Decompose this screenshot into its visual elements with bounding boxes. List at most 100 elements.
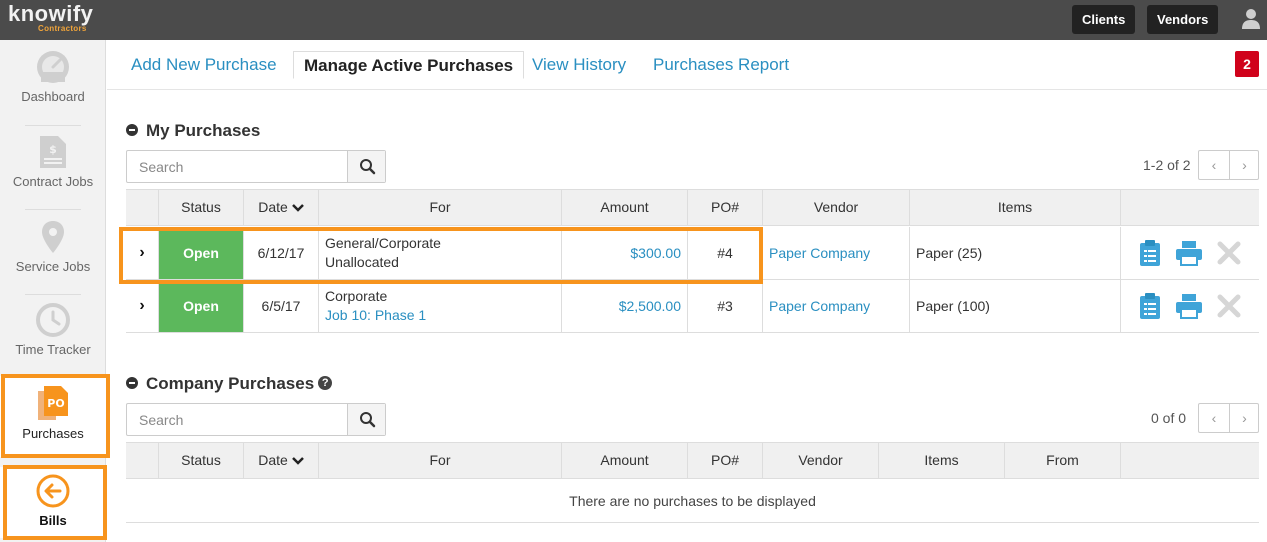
column-label: Date	[258, 452, 288, 468]
column-header-expand	[126, 190, 158, 225]
search-icon	[360, 412, 376, 428]
pager-prev-button[interactable]: ‹	[1199, 404, 1229, 432]
my-purchases-table-header: Status Date For Amount PO# Vendor Items	[126, 189, 1259, 226]
sidebar-item-label: Service Jobs	[15, 259, 91, 274]
vendor-link[interactable]: Paper Company	[763, 280, 909, 332]
column-header-for[interactable]: For	[318, 443, 561, 478]
sidebar-divider	[25, 125, 81, 126]
purchase-items: Paper (25)	[916, 245, 983, 261]
logo-brand: knowify	[8, 1, 94, 26]
section-title: My Purchases	[146, 121, 261, 140]
sidebar-divider	[25, 209, 81, 210]
collapse-minus-icon[interactable]	[126, 123, 138, 136]
printer-icon[interactable]	[1175, 293, 1203, 319]
highlight-box-purchases	[1, 374, 110, 458]
clipboard-icon[interactable]	[1139, 239, 1161, 267]
column-header-po[interactable]: PO#	[687, 190, 762, 225]
empty-table-message: There are no purchases to be displayed	[126, 479, 1259, 523]
column-header-amount[interactable]: Amount	[561, 190, 687, 225]
sort-chevron-down-icon	[291, 457, 304, 466]
tab-add-new-purchase[interactable]: Add New Purchase	[131, 51, 277, 79]
expand-chevron-right-icon[interactable]: ›	[126, 280, 158, 332]
sidebar-item-label: Dashboard	[21, 89, 85, 104]
column-header-from[interactable]: From	[1004, 443, 1120, 478]
search-button[interactable]	[347, 151, 385, 182]
tab-bar: Add New Purchase Manage Active Purchases…	[107, 40, 1267, 90]
column-header-actions	[1120, 190, 1259, 225]
company-purchases-header[interactable]: Company Purchases?	[126, 374, 333, 394]
dashboard-icon	[37, 51, 69, 83]
search-input[interactable]	[127, 151, 348, 182]
pager-count: 1-2 of 2	[1143, 157, 1191, 173]
purchase-items: Paper (100)	[916, 298, 990, 314]
table-row[interactable]: › Open 6/5/17 Corporate Job 10: Phase 1 …	[126, 280, 1259, 333]
column-header-items[interactable]: Items	[878, 443, 1004, 478]
top-bar: knowify Contractors Clients Vendors	[0, 0, 1267, 40]
clock-icon	[36, 303, 70, 337]
for-line-1: Corporate	[325, 288, 388, 304]
contract-document-icon: $	[40, 136, 66, 168]
company-purchases-table-header: Status Date For Amount PO# Vendor Items …	[126, 442, 1259, 479]
sidebar-item-label: Time Tracker	[15, 342, 91, 357]
job-link[interactable]: Job 10: Phase 1	[325, 306, 426, 325]
highlight-box-row	[119, 227, 763, 284]
notification-badge[interactable]: 2	[1235, 51, 1259, 77]
column-header-status[interactable]: Status	[158, 190, 243, 225]
sidebar-item-label: Contract Jobs	[12, 174, 94, 189]
column-header-expand	[126, 443, 158, 478]
search-icon	[360, 159, 376, 175]
pager-next-button[interactable]: ›	[1229, 404, 1259, 432]
my-purchases-header[interactable]: My Purchases	[126, 121, 260, 141]
sidebar-item-service-jobs[interactable]: Service Jobs	[0, 220, 106, 290]
column-header-vendor[interactable]: Vendor	[762, 190, 909, 225]
collapse-minus-icon[interactable]	[126, 376, 138, 389]
delete-x-icon[interactable]	[1217, 294, 1241, 318]
my-purchases-search	[126, 150, 386, 183]
column-header-status[interactable]: Status	[158, 443, 243, 478]
search-button[interactable]	[347, 404, 385, 435]
purchase-po-number: #3	[717, 298, 733, 314]
column-header-vendor[interactable]: Vendor	[762, 443, 878, 478]
vendor-link[interactable]: Paper Company	[763, 227, 909, 279]
status-badge: Open	[183, 298, 219, 314]
logo-sub-brand: Contractors	[38, 24, 87, 33]
section-title: Company Purchases	[146, 374, 315, 393]
svg-text:$: $	[49, 143, 57, 156]
pager-count: 0 of 0	[1151, 410, 1187, 426]
column-header-po[interactable]: PO#	[687, 443, 762, 478]
knowify-logo[interactable]: knowify Contractors	[8, 1, 94, 34]
column-header-items[interactable]: Items	[909, 190, 1120, 225]
sidebar-item-contract-jobs[interactable]: $ Contract Jobs	[0, 135, 106, 205]
column-label: Date	[258, 199, 288, 215]
purchase-date: 6/5/17	[261, 298, 301, 314]
sidebar-divider	[25, 294, 81, 295]
tab-view-history[interactable]: View History	[532, 51, 626, 79]
column-header-amount[interactable]: Amount	[561, 443, 687, 478]
pager-next-button[interactable]: ›	[1229, 151, 1259, 179]
vendors-button[interactable]: Vendors	[1147, 5, 1219, 34]
printer-icon[interactable]	[1175, 240, 1203, 266]
tab-purchases-report[interactable]: Purchases Report	[653, 51, 789, 79]
delete-x-icon[interactable]	[1217, 241, 1241, 265]
map-pin-icon	[42, 221, 64, 253]
search-input[interactable]	[127, 404, 348, 435]
pager-prev-button[interactable]: ‹	[1199, 151, 1229, 179]
clipboard-icon[interactable]	[1139, 292, 1161, 320]
user-icon[interactable]	[1241, 8, 1261, 30]
column-header-actions	[1120, 443, 1259, 478]
column-header-for[interactable]: For	[318, 190, 561, 225]
sidebar-item-dashboard[interactable]: Dashboard	[0, 50, 106, 120]
help-question-icon[interactable]: ?	[318, 375, 333, 390]
purchase-amount-link[interactable]: $2,500.00	[562, 280, 687, 332]
pager: ‹ ›	[1198, 403, 1259, 433]
tab-manage-active-purchases[interactable]: Manage Active Purchases	[293, 51, 525, 79]
clients-button[interactable]: Clients	[1072, 5, 1136, 34]
pager: ‹ ›	[1198, 150, 1259, 180]
sidebar-item-time-tracker[interactable]: Time Tracker	[0, 303, 106, 373]
highlight-box-bills	[3, 465, 107, 540]
column-header-date[interactable]: Date	[243, 443, 318, 478]
column-header-date[interactable]: Date	[243, 190, 318, 225]
sort-chevron-down-icon	[291, 204, 304, 213]
company-purchases-search	[126, 403, 386, 436]
purchase-for: Corporate Job 10: Phase 1	[319, 280, 561, 332]
